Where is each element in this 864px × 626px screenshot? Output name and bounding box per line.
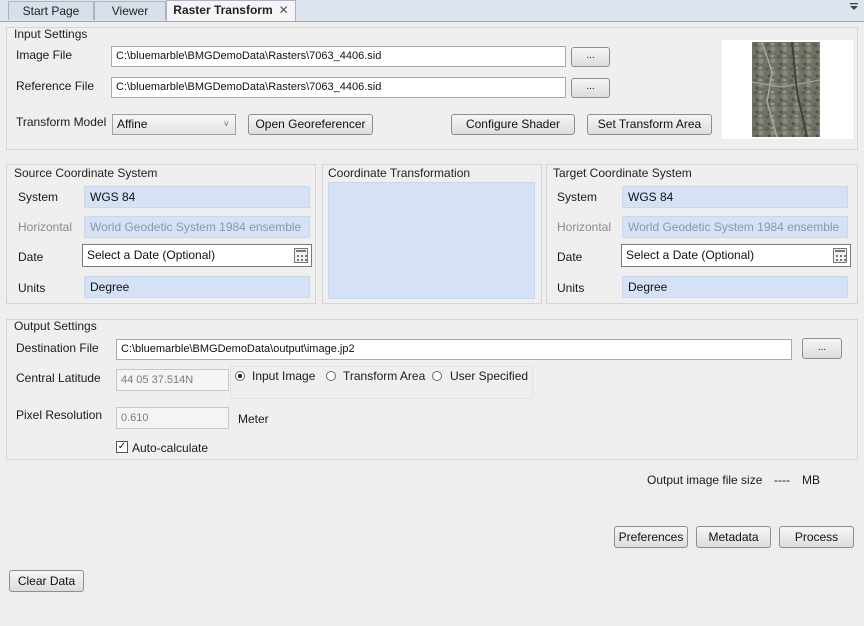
- clear-data-button[interactable]: Clear Data: [9, 570, 84, 592]
- image-file-browse-button[interactable]: ...: [571, 47, 610, 67]
- pixel-resolution-unit: Meter: [238, 412, 269, 426]
- raster-thumbnail: [752, 42, 820, 137]
- source-system-field[interactable]: WGS 84: [84, 186, 310, 208]
- destination-browse-button[interactable]: ...: [802, 338, 842, 359]
- target-units-label: Units: [557, 281, 585, 295]
- process-button[interactable]: Process: [779, 526, 854, 548]
- reference-file-field[interactable]: C:\bluemarble\BMGDemoData\Rasters\7063_4…: [111, 77, 566, 98]
- target-horizontal-field: World Geodetic System 1984 ensemble: [622, 216, 848, 238]
- reference-file-label: Reference File: [16, 79, 95, 93]
- target-date-label: Date: [557, 250, 583, 264]
- radio-transform-area-label[interactable]: Transform Area: [343, 368, 425, 384]
- target-cs-title: Target Coordinate System: [553, 166, 692, 180]
- radio-input-image[interactable]: [235, 371, 245, 381]
- central-latitude-field: 44 05 37.514N: [116, 369, 229, 391]
- chevron-down-icon[interactable]: [848, 2, 860, 18]
- configure-shader-button[interactable]: Configure Shader: [451, 114, 575, 135]
- destination-file-field[interactable]: C:\bluemarble\BMGDemoData\output\image.j…: [116, 339, 792, 360]
- source-cs-title: Source Coordinate System: [14, 166, 158, 180]
- output-settings-title: Output Settings: [14, 319, 97, 333]
- target-units-field[interactable]: Degree: [622, 276, 848, 298]
- reference-file-browse-button[interactable]: ...: [571, 78, 610, 98]
- coord-transform-title: Coordinate Transformation: [328, 166, 471, 180]
- set-transform-area-button[interactable]: Set Transform Area: [587, 114, 712, 135]
- chevron-down-icon: ˅: [223, 119, 229, 129]
- file-size-value: ----: [774, 473, 790, 487]
- file-size-label: Output image file size: [647, 473, 763, 487]
- transform-model-select[interactable]: Affine ˅: [112, 114, 236, 135]
- calendar-icon[interactable]: [833, 248, 847, 263]
- source-units-label: Units: [18, 281, 46, 295]
- radio-user-specified[interactable]: [432, 371, 442, 381]
- source-units-field[interactable]: Degree: [84, 276, 310, 298]
- calendar-icon[interactable]: [294, 248, 308, 263]
- target-system-field[interactable]: WGS 84: [622, 186, 848, 208]
- tab-raster-transform[interactable]: Raster Transform ✕: [166, 0, 296, 21]
- target-horizontal-label: Horizontal: [557, 220, 612, 234]
- image-file-label: Image File: [16, 48, 73, 62]
- pixel-resolution-field: 0.610: [116, 407, 229, 429]
- image-file-field[interactable]: C:\bluemarble\BMGDemoData\Rasters\7063_4…: [111, 46, 566, 67]
- radio-user-specified-label[interactable]: User Specified: [450, 368, 528, 384]
- transform-model-value: Affine: [117, 117, 148, 131]
- metadata-button[interactable]: Metadata: [696, 526, 771, 548]
- tab-label: Start Page: [22, 4, 80, 18]
- radio-transform-area[interactable]: [326, 371, 336, 381]
- source-date-placeholder: Select a Date (Optional): [87, 248, 216, 262]
- tab-label: Viewer: [111, 4, 149, 18]
- file-size-unit: MB: [802, 473, 820, 487]
- coord-transform-list[interactable]: [328, 182, 535, 299]
- tab-label: Raster Transform: [173, 3, 273, 17]
- source-date-label: Date: [18, 250, 44, 264]
- pixel-resolution-label: Pixel Resolution: [16, 408, 103, 422]
- radio-input-image-label[interactable]: Input Image: [252, 368, 315, 384]
- close-icon[interactable]: ✕: [279, 3, 289, 17]
- raster-thumbnail-frame: [722, 40, 853, 139]
- central-latitude-label: Central Latitude: [16, 371, 101, 385]
- source-horizontal-label: Horizontal: [18, 220, 73, 234]
- input-settings-title: Input Settings: [14, 27, 88, 41]
- auto-calculate-label[interactable]: Auto-calculate: [132, 440, 208, 456]
- auto-calculate-checkbox[interactable]: ✓: [116, 441, 128, 453]
- source-system-label: System: [18, 190, 59, 204]
- open-georeferencer-button[interactable]: Open Georeferencer: [248, 114, 373, 135]
- target-date-picker[interactable]: Select a Date (Optional): [621, 244, 851, 267]
- transform-model-label: Transform Model: [16, 115, 107, 129]
- source-horizontal-field: World Geodetic System 1984 ensemble: [84, 216, 310, 238]
- tab-viewer[interactable]: Viewer: [94, 1, 166, 20]
- source-date-picker[interactable]: Select a Date (Optional): [82, 244, 312, 267]
- preferences-button[interactable]: Preferences: [614, 526, 688, 548]
- target-system-label: System: [557, 190, 598, 204]
- tab-start-page[interactable]: Start Page: [8, 1, 94, 20]
- destination-file-label: Destination File: [16, 341, 99, 355]
- target-date-placeholder: Select a Date (Optional): [626, 248, 755, 262]
